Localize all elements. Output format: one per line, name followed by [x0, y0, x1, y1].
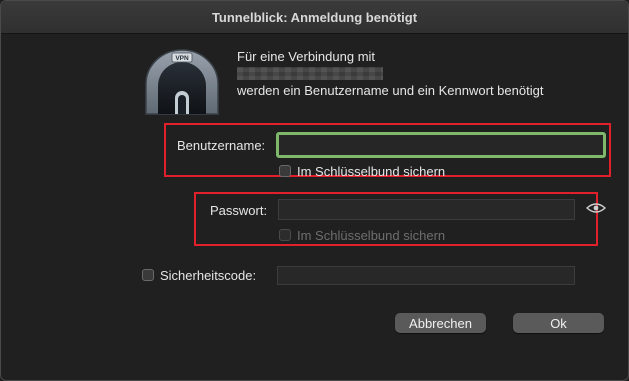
vpn-badge-label: VPN — [175, 55, 189, 62]
title-bar: Tunnelblick: Anmeldung benötigt — [1, 1, 628, 34]
security-code-input[interactable] — [277, 266, 575, 285]
username-label: Benutzername: — [177, 138, 266, 153]
window-title: Tunnelblick: Anmeldung benötigt — [211, 9, 418, 25]
security-code-checkbox[interactable] — [142, 269, 154, 281]
message-line-3: werden ein Benutzername und ein Kennwort… — [237, 83, 544, 98]
password-input[interactable] — [278, 199, 575, 220]
username-keychain-label: Im Schlüsselbund sichern — [297, 164, 446, 179]
ok-button[interactable]: Ok — [513, 313, 604, 333]
password-keychain-checkbox[interactable] — [279, 229, 291, 241]
vpn-tunnel-icon: VPN — [142, 46, 222, 116]
password-keychain-label: Im Schlüsselbund sichern — [297, 228, 446, 243]
password-label: Passwort: — [210, 203, 268, 218]
security-code-label: Sicherheitscode: — [160, 268, 257, 283]
login-dialog: Tunnelblick: Anmeldung benötigt VPN Für … — [0, 0, 629, 381]
cancel-button[interactable]: Abbrechen — [395, 313, 486, 333]
message-line-1: Für eine Verbindung mit — [237, 49, 376, 64]
username-input[interactable] — [276, 132, 606, 158]
show-password-icon[interactable] — [585, 201, 607, 215]
redacted-server-name — [237, 67, 383, 80]
username-keychain-checkbox[interactable] — [279, 165, 291, 177]
